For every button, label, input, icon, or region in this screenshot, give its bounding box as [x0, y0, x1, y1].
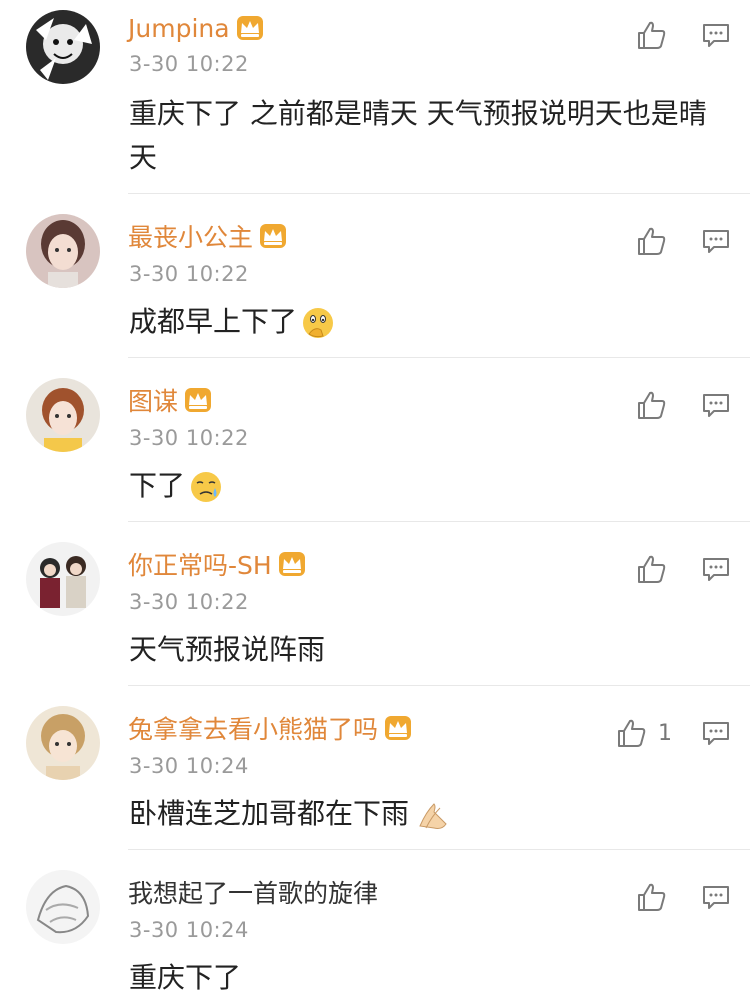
timestamp: 3-30 10:22: [129, 52, 249, 76]
comment-text-content: 天气预报说阵雨: [129, 633, 326, 666]
comment-icon[interactable]: [702, 392, 730, 418]
thumbs-up-icon: [638, 21, 666, 49]
comment-text: 重庆下了: [129, 956, 729, 1000]
like-count: 1: [658, 720, 672, 746]
comment-item: 你正常吗-SH 3-30 10:22 天气预报说阵雨: [0, 522, 750, 686]
thumbs-up-icon: [638, 391, 666, 419]
avatar[interactable]: [26, 870, 100, 944]
name-row: 你正常吗-SH: [128, 546, 306, 582]
comment-text-content: 下了: [129, 469, 186, 502]
timestamp: 3-30 10:22: [129, 590, 249, 614]
thumbs-up-icon: [618, 719, 646, 747]
comment-text-content: 卧槽连芝加哥都在下雨: [129, 797, 410, 830]
username[interactable]: 我想起了一首歌的旋律: [128, 874, 378, 910]
username[interactable]: Jumpina: [128, 14, 230, 43]
avatar[interactable]: [26, 706, 100, 780]
comment-icon[interactable]: [702, 556, 730, 582]
like-button[interactable]: [636, 554, 678, 584]
name-row: 最丧小公主: [128, 218, 287, 254]
name-row: Jumpina: [128, 10, 264, 46]
crown-badge-icon: [278, 552, 305, 576]
comment-text: 天气预报说阵雨: [129, 628, 729, 672]
comment-item: 图谋 3-30 10:22 下了: [0, 358, 750, 522]
username[interactable]: 兔拿拿去看小熊猫了吗: [128, 710, 378, 746]
comment-icon[interactable]: [702, 884, 730, 910]
comment-text: 下了: [129, 464, 729, 508]
crown-badge-icon: [185, 388, 212, 412]
avatar[interactable]: [26, 214, 100, 288]
username[interactable]: 你正常吗-SH: [128, 546, 272, 582]
praying-hands-emoji: [419, 803, 447, 829]
sad-sweat-face-emoji: [191, 472, 222, 502]
comment-icon[interactable]: [702, 720, 730, 746]
avatar[interactable]: [26, 378, 100, 452]
name-row: 兔拿拿去看小熊猫了吗: [128, 710, 412, 746]
like-button[interactable]: [636, 390, 678, 420]
crown-badge-icon: [260, 224, 287, 248]
username[interactable]: 最丧小公主: [128, 218, 253, 254]
thumbs-up-icon: [638, 883, 666, 911]
like-button[interactable]: 1: [616, 718, 672, 748]
name-row: 我想起了一首歌的旋律: [128, 874, 378, 910]
like-button[interactable]: [636, 882, 678, 912]
avatar[interactable]: [26, 542, 100, 616]
comment-text: 重庆下了 之前都是晴天 天气预报说明天也是晴天: [129, 92, 729, 180]
name-row: 图谋: [128, 382, 212, 418]
comment-item: 兔拿拿去看小熊猫了吗 3-30 10:24 卧槽连芝加哥都在下雨 1: [0, 686, 750, 850]
crown-badge-icon: [236, 16, 263, 40]
thumbs-up-icon: [638, 555, 666, 583]
comment-icon[interactable]: [702, 228, 730, 254]
comment-text-content: 成都早上下了: [129, 305, 298, 338]
timestamp: 3-30 10:22: [129, 262, 249, 286]
comment-item: 最丧小公主 3-30 10:22 成都早上下了: [0, 194, 750, 358]
timestamp: 3-30 10:24: [129, 918, 249, 942]
thinking-face-emoji: [303, 308, 334, 338]
avatar[interactable]: [26, 10, 100, 84]
comment-text: 卧槽连芝加哥都在下雨: [129, 792, 729, 836]
comment-item: 我想起了一首歌的旋律 3-30 10:24 重庆下了: [0, 850, 750, 1002]
like-button[interactable]: [636, 226, 678, 256]
comment-text-content: 重庆下了 之前都是晴天 天气预报说明天也是晴天: [129, 97, 707, 174]
thumbs-up-icon: [638, 227, 666, 255]
comment-icon[interactable]: [702, 22, 730, 48]
timestamp: 3-30 10:22: [129, 426, 249, 450]
comment-text: 成都早上下了: [129, 300, 729, 344]
comment-item: Jumpina 3-30 10:22 重庆下了 之前都是晴天 天气预报说明天也是…: [0, 0, 750, 194]
username[interactable]: 图谋: [128, 382, 178, 418]
crown-badge-icon: [385, 716, 412, 740]
timestamp: 3-30 10:24: [129, 754, 249, 778]
like-button[interactable]: [636, 20, 678, 50]
comment-text-content: 重庆下了: [129, 961, 242, 994]
